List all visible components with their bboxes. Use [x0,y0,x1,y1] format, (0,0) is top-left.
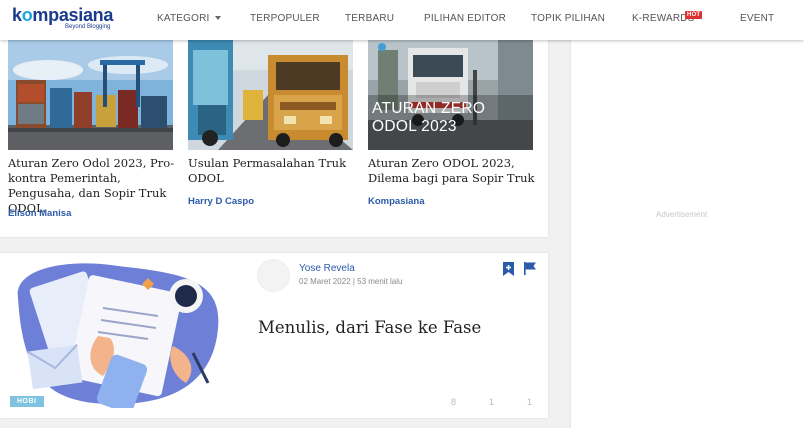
card-title-1[interactable]: Aturan Zero Odol 2023, Pro-kontra Pemeri… [8,156,178,216]
featured-title[interactable]: Menulis, dari Fase ke Fase [258,318,481,337]
container-port-image [8,40,173,150]
nav-terbaru[interactable]: TERBARU [345,13,394,24]
kompasiana-logo[interactable]: kompasiana Beyond Blogging [12,5,114,30]
card-author-1[interactable]: Elison Manisa [8,208,71,219]
chevron-down-icon [214,16,221,21]
hot-badge: HOT [685,11,703,19]
advertisement-label: Advertisement [656,210,708,219]
featured-illustration[interactable] [8,258,223,414]
featured-author[interactable]: Yose Revela [299,263,355,274]
featured-date: 02 Maret 2022 | 53 menit lalu [299,277,403,286]
nav-pilihan-editor[interactable]: PILIHAN EDITOR [424,13,506,24]
card-author-2[interactable]: Harry D Caspo [188,196,254,207]
card-title-3[interactable]: Aturan Zero ODOL 2023, Dilema bagi para … [368,156,538,186]
trucks-road-image [188,40,353,150]
stat-likes: 1 [489,397,495,407]
nav-topik-pilihan[interactable]: TOPIK PILIHAN [531,13,605,24]
writing-illustration [17,263,219,414]
card-title-2[interactable]: Usulan Permasalahan Truk ODOL [188,156,358,186]
nav-terpopuler[interactable]: TERPOPULER [250,13,320,24]
bookmark-add-icon[interactable] [503,262,514,281]
card-3-overlay-text: ATURAN ZERO ODOL 2023 [372,100,486,135]
logo-wordmark: kompasiana [12,5,114,25]
nav-kategori[interactable]: KATEGORI [157,13,221,24]
top-navigation-bar: kompasiana Beyond Blogging KATEGORI TERP… [0,0,804,40]
stat-comments: 1 [527,397,533,407]
report-flag-icon[interactable] [524,262,536,280]
nav-k-rewards[interactable]: K-REWARDS HOT [632,11,703,24]
card-thumbnail-2[interactable] [188,40,353,150]
card-author-3[interactable]: Kompasiana [368,196,425,207]
logo-tagline: Beyond Blogging [65,24,111,30]
card-thumbnail-1[interactable] [8,40,173,150]
avatar[interactable] [257,259,290,292]
sidebar-ad-panel [571,40,804,428]
nav-event[interactable]: EVENT [740,13,774,24]
category-badge[interactable]: HOBI [10,396,44,407]
stat-views: 8 [451,397,457,407]
